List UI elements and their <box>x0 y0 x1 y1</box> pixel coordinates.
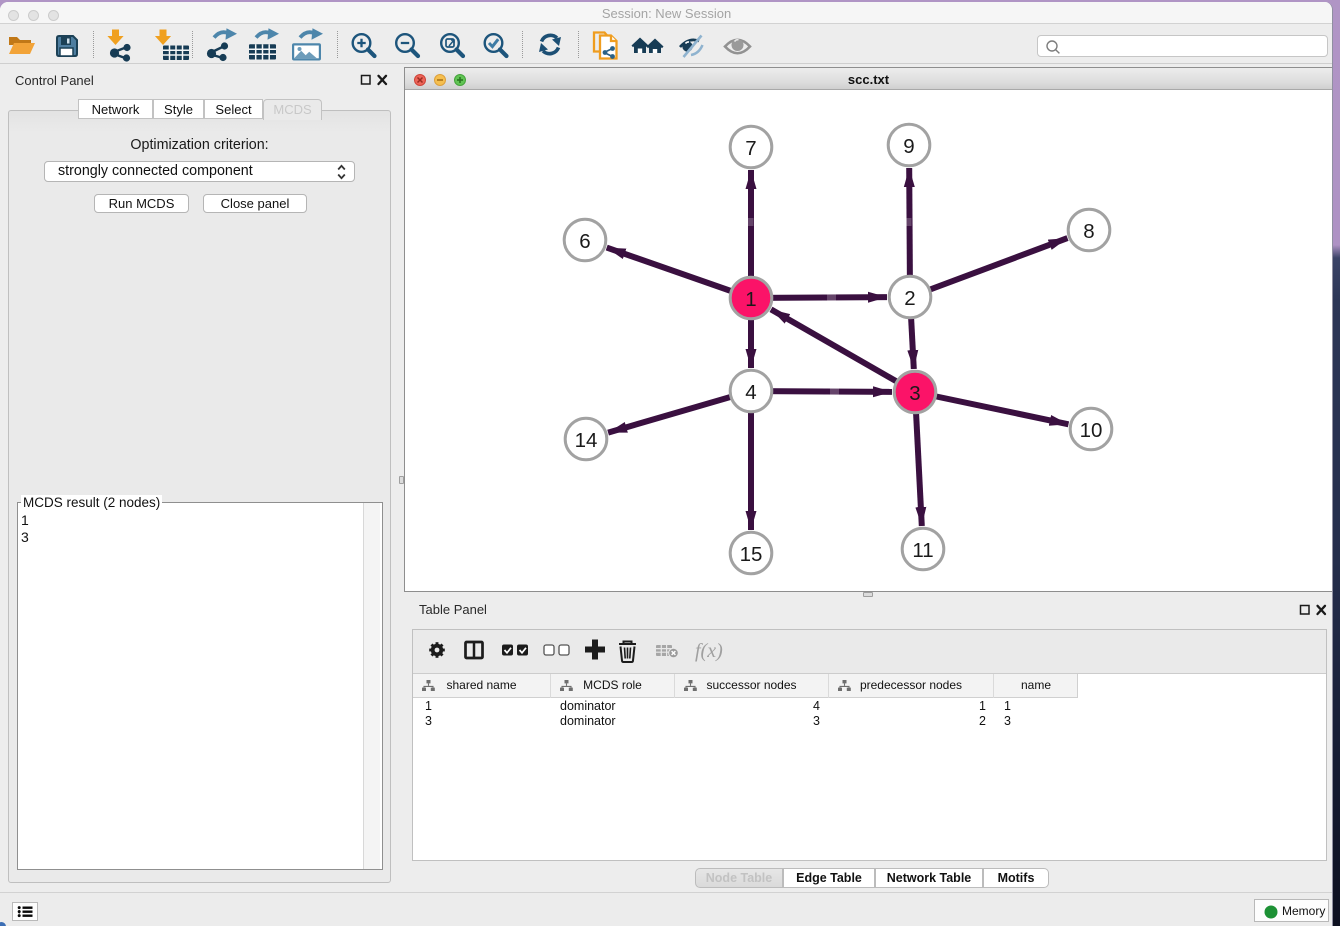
svg-text:1: 1 <box>745 288 756 311</box>
svg-text:8: 8 <box>1083 220 1094 243</box>
svg-text:6: 6 <box>579 230 590 253</box>
svg-text:4: 4 <box>745 381 756 404</box>
svg-text:14: 14 <box>575 429 598 452</box>
svg-text:15: 15 <box>740 543 763 566</box>
svg-text:11: 11 <box>912 539 933 562</box>
svg-text:2: 2 <box>904 287 915 310</box>
svg-text:10: 10 <box>1080 419 1103 442</box>
svg-text:3: 3 <box>909 382 920 405</box>
svg-text:7: 7 <box>745 137 756 160</box>
svg-text:9: 9 <box>903 135 914 158</box>
svg-text:f(x): f(x) <box>695 640 723 662</box>
